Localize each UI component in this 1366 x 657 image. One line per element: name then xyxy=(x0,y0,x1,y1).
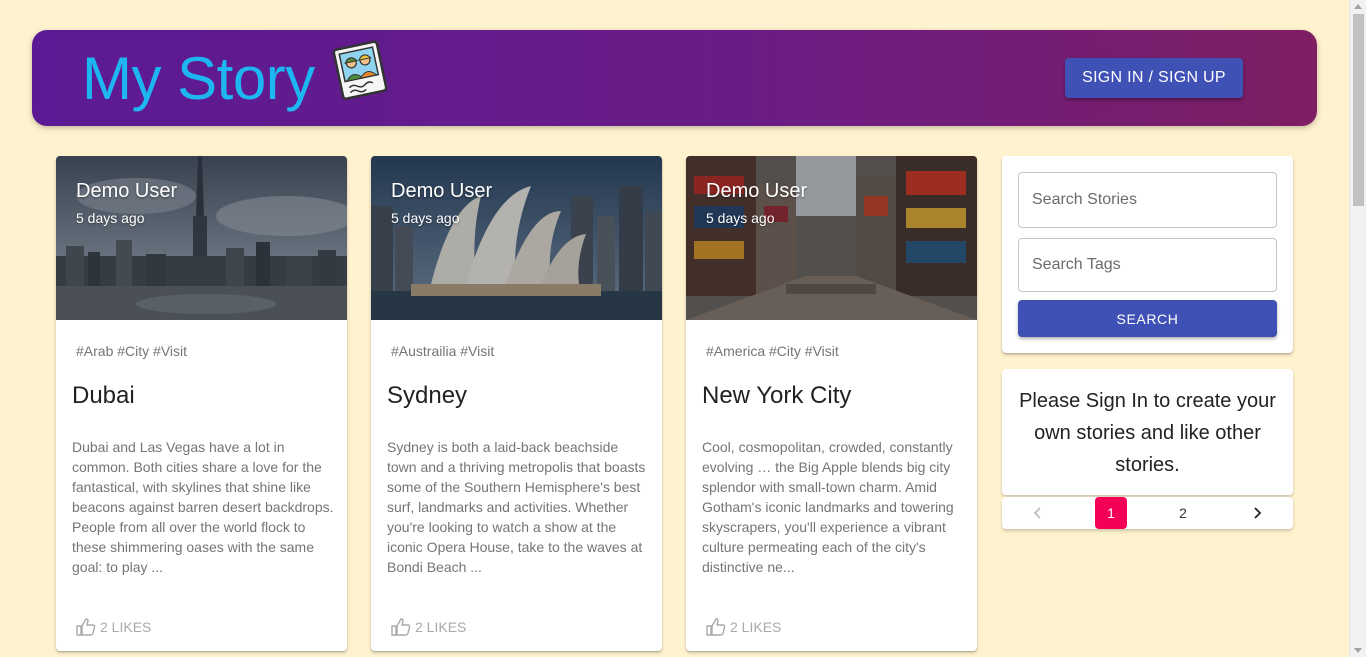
post-tags: #America #City #Visit xyxy=(706,343,839,359)
chevron-right-icon xyxy=(1254,507,1262,519)
post-time: 5 days ago xyxy=(76,210,145,226)
post-description: Sydney is both a laid-back beachside tow… xyxy=(387,439,646,575)
post-image: Demo User 5 days ago xyxy=(371,156,662,320)
post-tags: #Austrailia #Visit xyxy=(391,343,495,359)
post-tags: #Arab #City #Visit xyxy=(76,343,188,359)
app-title[interactable]: My Story xyxy=(82,44,315,114)
scrollbar-thumb[interactable] xyxy=(1353,14,1364,206)
search-stories-input[interactable] xyxy=(1018,172,1277,228)
page-scrollbar[interactable] xyxy=(1349,0,1366,657)
post-author: Demo User xyxy=(706,180,808,202)
scroll-down-arrow-icon[interactable] xyxy=(1354,648,1362,653)
post-title: New York City xyxy=(702,382,852,409)
search-tags-input[interactable] xyxy=(1018,238,1277,292)
sign-in-sign-up-button[interactable]: SIGN IN / SIGN UP xyxy=(1065,58,1243,98)
like-button[interactable]: 2 LIKES xyxy=(706,616,781,638)
pagination: 1 2 xyxy=(1002,497,1293,529)
like-count: 2 LIKES xyxy=(730,619,782,635)
search-panel: SEARCH xyxy=(1002,156,1293,353)
post-title: Dubai xyxy=(72,382,135,409)
post-author: Demo User xyxy=(76,180,178,202)
thumb-up-icon xyxy=(706,618,726,636)
sign-in-prompt-text: Please Sign In to create your own storie… xyxy=(1019,390,1276,476)
page-1-button[interactable]: 1 xyxy=(1095,497,1127,529)
post-description: Cool, cosmopolitan, crowded, constantly … xyxy=(702,439,954,575)
next-page-button[interactable] xyxy=(1241,497,1273,529)
like-count: 2 LIKES xyxy=(100,619,152,635)
chevron-left-icon xyxy=(1033,507,1041,519)
like-button[interactable]: 2 LIKES xyxy=(76,616,151,638)
post-card-new-york-city[interactable]: Demo User 5 days ago #America #City #Vis… xyxy=(686,156,977,651)
post-description: Dubai and Las Vegas have a lot in common… xyxy=(72,439,334,575)
post-title: Sydney xyxy=(387,382,468,409)
thumb-up-icon xyxy=(391,618,411,636)
previous-page-button[interactable] xyxy=(1022,497,1054,529)
post-image: Demo User 5 days ago xyxy=(56,156,347,320)
thumb-up-icon xyxy=(76,618,96,636)
page-2-button[interactable]: 2 xyxy=(1167,497,1199,529)
post-time: 5 days ago xyxy=(706,210,775,226)
like-count: 2 LIKES xyxy=(415,619,467,635)
scroll-up-arrow-icon[interactable] xyxy=(1354,4,1362,9)
sign-in-prompt-panel: Please Sign In to create your own storie… xyxy=(1002,369,1293,495)
memories-photo-icon xyxy=(332,40,388,100)
post-time: 5 days ago xyxy=(391,210,460,226)
app-bar: My Story SIGN IN / SIGN UP xyxy=(32,30,1317,126)
post-card-sydney[interactable]: Demo User 5 days ago #Austrailia #Visit … xyxy=(371,156,662,651)
post-author: Demo User xyxy=(391,180,493,202)
post-card-dubai[interactable]: Demo User 5 days ago #Arab #City #Visit … xyxy=(56,156,347,651)
search-button[interactable]: SEARCH xyxy=(1018,300,1277,337)
like-button[interactable]: 2 LIKES xyxy=(391,616,466,638)
post-image: Demo User 5 days ago xyxy=(686,156,977,320)
